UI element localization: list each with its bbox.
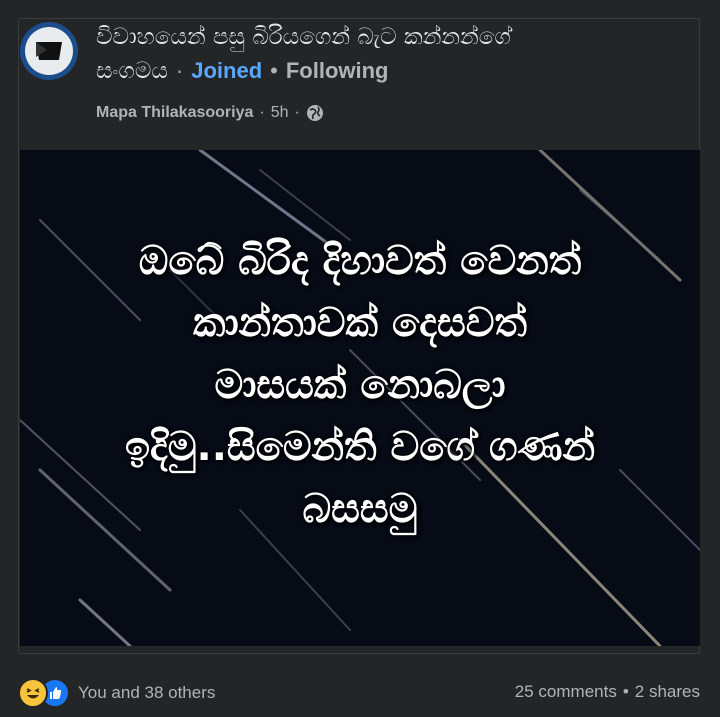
group-name[interactable]: විවාහයෙන් පසු බිරියගෙන් බැට කන්නන්ගේ — [96, 20, 656, 54]
group-name-line2: සංගමය · Joined • Following — [96, 54, 656, 88]
post-meta: Mapa Thilakasooriya · 5h · — [96, 104, 324, 122]
comments-count[interactable]: 25 comments — [515, 682, 617, 702]
post-card: විවාහයෙන් පසු බිරියගෙන් බැට කන්නන්ගේ සංග… — [0, 0, 720, 717]
separator: · — [175, 58, 184, 83]
following-button[interactable]: Following — [286, 54, 389, 88]
reactions-text[interactable]: You and 38 others — [78, 683, 215, 703]
haha-icon — [18, 678, 48, 708]
group-name-cont[interactable]: සංගමය — [96, 54, 168, 88]
caption-line: බසසමු — [302, 486, 418, 532]
black-flag-icon — [36, 42, 62, 60]
post-footer: You and 38 others 25 comments • 2 shares — [0, 666, 720, 717]
shares-count[interactable]: 2 shares — [635, 682, 700, 702]
meta-separator: · — [259, 104, 265, 121]
post-time[interactable]: 5h — [271, 104, 289, 122]
engagement-stats: 25 comments • 2 shares — [515, 682, 700, 702]
joined-label[interactable]: Joined — [191, 54, 262, 88]
globe-icon — [306, 105, 323, 121]
caption-line: කාන්තාවක් දෙසවත් — [193, 300, 527, 346]
author-name[interactable]: Mapa Thilakasooriya — [96, 104, 253, 122]
group-avatar[interactable] — [20, 22, 78, 80]
bullet-separator: • — [270, 58, 278, 83]
caption-line: මාසයක් නොබලා — [214, 362, 506, 408]
caption-line: ඔබේ බිරිද දිහාවත් වෙනත් — [138, 238, 582, 284]
avatar-inner — [25, 27, 73, 75]
post-image[interactable]: ඔබේ බිරිද දිහාවත් වෙනත් කාන්තාවක් දෙසවත්… — [20, 150, 700, 646]
meta-separator-2: · — [294, 104, 300, 121]
image-caption: ඔබේ බිරිද දිහාවත් වෙනත් කාන්තාවක් දෙසවත්… — [50, 230, 670, 540]
reactions-summary[interactable]: You and 38 others — [18, 678, 215, 708]
caption-line: ඉදිමු..සිමෙන්ති වගේ ගණන් — [124, 424, 596, 470]
group-title-block: විවාහයෙන් පසු බිරියගෙන් බැට කන්නන්ගේ සංග… — [96, 20, 656, 88]
stats-bullet: • — [622, 682, 629, 701]
